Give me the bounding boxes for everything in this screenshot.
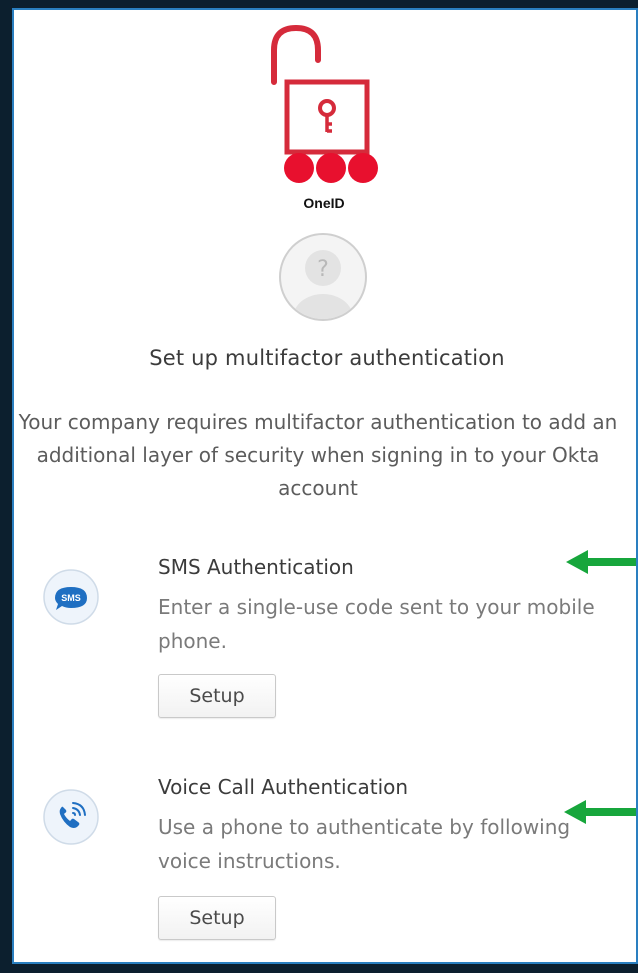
sms-factor-description: Enter a single-use code sent to your mob… xyxy=(158,595,595,653)
green-arrow-voice-annotation-icon xyxy=(564,800,636,824)
sms-factor-title: SMS Authentication xyxy=(158,555,354,579)
voice-call-factor-description: Use a phone to authenticate by following… xyxy=(158,815,571,873)
mfa-setup-card: OneID ? Set up multifactor authenticatio… xyxy=(12,8,638,964)
green-arrow-sms-annotation-icon xyxy=(566,550,636,574)
page-description: Your company requires multifactor authen… xyxy=(18,410,618,500)
screen-background: OneID ? Set up multifactor authenticatio… xyxy=(0,0,638,973)
voice-call-setup-button[interactable]: Setup xyxy=(158,896,276,940)
svg-text:?: ? xyxy=(317,257,329,282)
page-title: Set up multifactor authentication xyxy=(149,346,505,370)
sms-setup-button[interactable]: Setup xyxy=(158,674,276,718)
brand-name: OneID xyxy=(303,195,345,211)
voice-call-icon xyxy=(43,789,99,845)
sms-icon-label: SMS xyxy=(61,593,81,603)
sms-icon: SMS xyxy=(43,569,99,625)
user-avatar-placeholder-icon: ? xyxy=(279,233,367,321)
voice-call-factor-title: Voice Call Authentication xyxy=(158,775,409,799)
